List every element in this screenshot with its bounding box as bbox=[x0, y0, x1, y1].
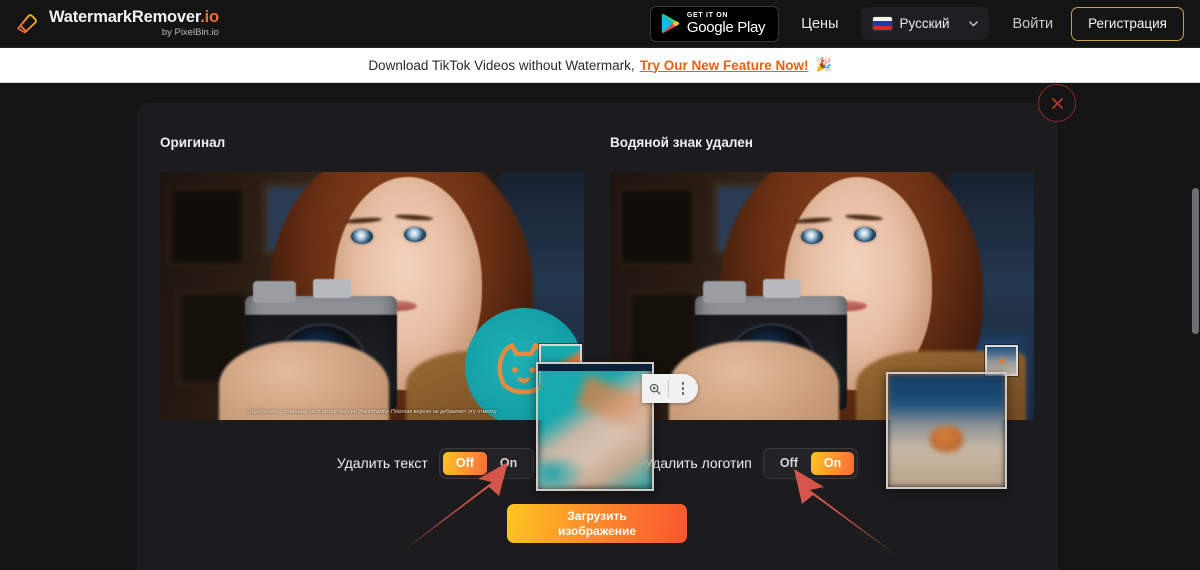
more-options-icon[interactable] bbox=[669, 382, 697, 395]
signin-link[interactable]: Войти bbox=[1013, 16, 1054, 32]
toggle-remove-logo-on[interactable]: On bbox=[810, 451, 855, 475]
upload-image-button[interactable]: Загрузить изображение bbox=[507, 504, 687, 543]
comparison-card: Оригинал Водяной знак удален Обработано … bbox=[137, 103, 1058, 570]
segmented-toggle-remove-text[interactable]: Off On bbox=[438, 447, 535, 479]
toggle-remove-text-on[interactable]: On bbox=[487, 452, 530, 475]
toggle-remove-logo-off[interactable]: Off bbox=[767, 452, 811, 475]
control-label-remove-logo: Удалить логотип bbox=[644, 455, 752, 471]
google-play-label: Google Play bbox=[686, 19, 766, 36]
nav-pricing-link[interactable]: Цены bbox=[801, 16, 838, 32]
google-lens-icon[interactable] bbox=[642, 382, 668, 396]
announcement-banner: Download TikTok Videos without Watermark… bbox=[0, 48, 1200, 83]
announcement-text: Download TikTok Videos without Watermark… bbox=[368, 57, 635, 73]
magnifier-preview-right bbox=[886, 372, 1007, 489]
control-remove-logo: Удалить логотип Off On bbox=[644, 447, 859, 479]
magnifier-preview-left bbox=[536, 362, 654, 491]
party-popper-icon: 🎉 bbox=[815, 57, 832, 72]
page-scrollbar-track[interactable] bbox=[1191, 84, 1200, 570]
language-selector[interactable]: Русский bbox=[860, 7, 989, 40]
control-label-remove-text: Удалить текст bbox=[336, 455, 428, 471]
app-root: WatermarkRemover.io by PixelBin.io GET I… bbox=[0, 0, 1200, 570]
brand-subtitle: by PixelBin.io bbox=[161, 26, 219, 38]
google-play-small-label: GET IT ON bbox=[686, 12, 729, 19]
panel-title-original: Оригинал bbox=[160, 135, 226, 150]
google-play-icon bbox=[661, 13, 680, 34]
control-remove-text: Удалить текст Off On bbox=[336, 447, 535, 479]
russia-flag-icon bbox=[872, 17, 892, 30]
nav-right-group: GET IT ON Google Play Цены Русский Войти… bbox=[649, 5, 1200, 42]
toggle-remove-text-off[interactable]: Off bbox=[442, 451, 487, 475]
panel-headers: Оригинал Водяной знак удален bbox=[160, 135, 1035, 150]
brand-title: WatermarkRemover.io bbox=[49, 8, 219, 27]
image-original[interactable]: Обработано с помощью бесплатной версии W… bbox=[160, 172, 584, 420]
brand-logo-link[interactable]: WatermarkRemover.io by PixelBin.io bbox=[14, 9, 219, 37]
announcement-link[interactable]: Try Our New Feature Now! bbox=[640, 58, 809, 73]
eraser-logo-icon bbox=[16, 13, 37, 34]
close-button[interactable] bbox=[1038, 84, 1076, 122]
upload-button-line2: изображение bbox=[557, 523, 637, 538]
close-icon bbox=[1051, 97, 1063, 109]
page-scrollbar-thumb[interactable] bbox=[1192, 188, 1199, 334]
google-play-button[interactable]: GET IT ON Google Play bbox=[649, 5, 780, 42]
panel-title-result: Водяной знак удален bbox=[610, 135, 753, 150]
chevron-down-icon bbox=[968, 21, 978, 27]
segmented-toggle-remove-logo[interactable]: Off On bbox=[762, 447, 859, 479]
upload-button-line1: Загрузить bbox=[567, 508, 627, 523]
language-selected-value: Русский bbox=[899, 16, 950, 31]
top-navbar: WatermarkRemover.io by PixelBin.io GET I… bbox=[0, 0, 1200, 48]
browser-image-toolbar[interactable] bbox=[642, 374, 698, 403]
signup-button[interactable]: Регистрация bbox=[1071, 6, 1184, 41]
watermark-overlay-text: Обработано с помощью бесплатной версии W… bbox=[247, 409, 497, 415]
